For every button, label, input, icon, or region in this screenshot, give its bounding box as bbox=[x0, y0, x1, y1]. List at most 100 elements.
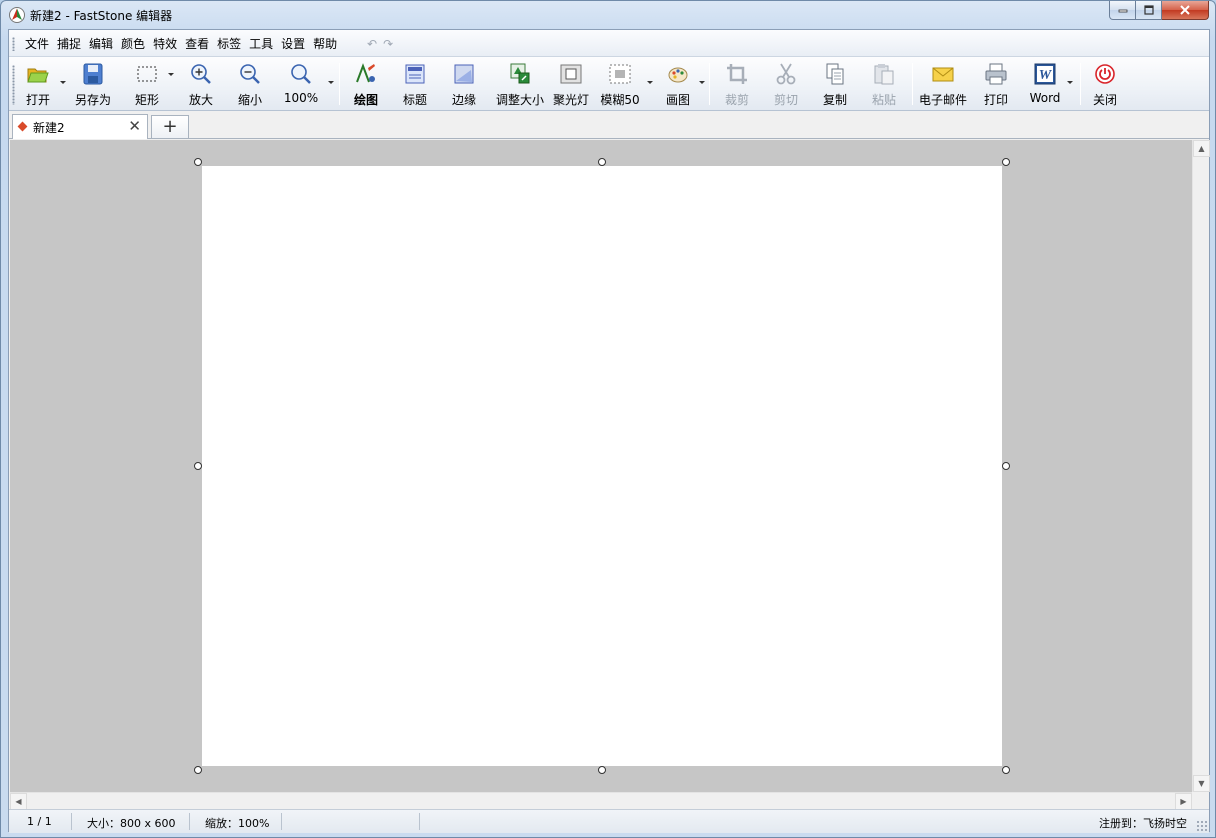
magnifier-icon bbox=[289, 62, 313, 86]
canvas-dropdown-icon[interactable] bbox=[699, 81, 705, 84]
draw-button[interactable]: 绘图 bbox=[349, 60, 383, 108]
horizontal-scrollbar[interactable]: ◀ ▶ bbox=[10, 792, 1192, 810]
print-button[interactable]: 打印 bbox=[981, 60, 1011, 108]
resize-button[interactable]: 调整大小 bbox=[495, 60, 545, 108]
open-folder-icon bbox=[26, 62, 50, 86]
menu-tabs[interactable]: 标签 bbox=[213, 34, 245, 54]
resize-handle-bottom-right[interactable] bbox=[1002, 766, 1010, 774]
undo-icon[interactable]: ↶ bbox=[367, 37, 377, 51]
status-page: 1 / 1 bbox=[27, 815, 52, 828]
email-label: 电子邮件 bbox=[918, 93, 967, 107]
crop-label: 裁剪 bbox=[724, 93, 749, 107]
resize-handle-top-left[interactable] bbox=[194, 158, 202, 166]
caption-icon bbox=[403, 62, 427, 86]
resize-handle-right[interactable] bbox=[1002, 462, 1010, 470]
menu-file[interactable]: 文件 bbox=[21, 34, 53, 54]
blur-icon bbox=[608, 62, 632, 86]
caption-label: 标题 bbox=[402, 93, 427, 107]
resize-handle-bottom[interactable] bbox=[598, 766, 606, 774]
zoom-in-icon bbox=[189, 62, 213, 86]
cut-button[interactable]: 剪切 bbox=[771, 60, 801, 108]
spotlight-icon bbox=[559, 62, 583, 86]
zoom-out-icon bbox=[238, 62, 262, 86]
blur-dropdown-icon[interactable] bbox=[647, 81, 653, 84]
paste-button[interactable]: 粘贴 bbox=[869, 60, 899, 108]
toolbar-separator bbox=[339, 63, 340, 105]
caption-button[interactable]: 标题 bbox=[400, 60, 430, 108]
menu-settings[interactable]: 设置 bbox=[277, 34, 309, 54]
close-image-button[interactable]: 关闭 bbox=[1090, 60, 1120, 108]
open-dropdown-icon[interactable] bbox=[60, 81, 66, 84]
tab-diamond-icon bbox=[17, 121, 28, 132]
resize-grip[interactable] bbox=[1196, 820, 1207, 831]
title-bar[interactable]: 新建2 - FastStone 编辑器 bbox=[1, 1, 1215, 29]
toolbar-grip[interactable] bbox=[12, 65, 15, 105]
scroll-right-icon[interactable]: ▶ bbox=[1175, 793, 1192, 810]
menu-capture[interactable]: 捕捉 bbox=[53, 34, 85, 54]
edge-label: 边缘 bbox=[451, 93, 476, 107]
copy-icon bbox=[823, 62, 847, 86]
zoom-out-button[interactable]: 缩小 bbox=[235, 60, 265, 108]
draw-label: 绘图 bbox=[353, 93, 378, 107]
toolbar-separator bbox=[709, 63, 710, 105]
scroll-left-icon[interactable]: ◀ bbox=[10, 793, 27, 810]
vertical-scrollbar[interactable]: ▲ ▼ bbox=[1192, 140, 1210, 792]
tab-new2[interactable]: 新建2 ✕ bbox=[12, 114, 148, 139]
zoom-in-button[interactable]: 放大 bbox=[186, 60, 216, 108]
rect-select-button[interactable]: 矩形 bbox=[129, 60, 165, 108]
image-page[interactable] bbox=[202, 166, 1002, 766]
canvas-button[interactable]: 画图 bbox=[663, 60, 693, 108]
resize-handle-left[interactable] bbox=[194, 462, 202, 470]
resize-handle-bottom-left[interactable] bbox=[194, 766, 202, 774]
menu-colors[interactable]: 颜色 bbox=[117, 34, 149, 54]
menu-edit[interactable]: 编辑 bbox=[85, 34, 117, 54]
canvas-label: 画图 bbox=[665, 93, 690, 107]
zoom-out-label: 缩小 bbox=[237, 93, 262, 107]
close-window-button[interactable] bbox=[1162, 1, 1209, 20]
crop-icon bbox=[725, 62, 749, 86]
status-divider bbox=[71, 813, 72, 830]
word-button[interactable]: W Word bbox=[1027, 60, 1063, 108]
status-registered: 注册到：飞扬时空 bbox=[1099, 817, 1187, 830]
maximize-button[interactable] bbox=[1136, 1, 1162, 20]
scissors-icon bbox=[774, 62, 798, 86]
open-button[interactable]: 打开 bbox=[21, 60, 55, 108]
redo-icon[interactable]: ↷ bbox=[383, 37, 393, 51]
menu-effects[interactable]: 特效 bbox=[149, 34, 181, 54]
edge-icon bbox=[452, 62, 476, 86]
status-zoom: 缩放：100% bbox=[205, 817, 270, 830]
menu-view[interactable]: 查看 bbox=[181, 34, 213, 54]
zoom-in-label: 放大 bbox=[188, 93, 213, 107]
scroll-up-icon[interactable]: ▲ bbox=[1193, 140, 1210, 157]
canvas-area[interactable] bbox=[10, 140, 1192, 792]
crop-button[interactable]: 裁剪 bbox=[722, 60, 752, 108]
app-window: 新建2 - FastStone 编辑器 文件 捕捉 编辑 颜色 特效 查看 标签… bbox=[0, 0, 1216, 838]
email-envelope-icon bbox=[931, 62, 955, 86]
save-as-button[interactable]: 另存为 bbox=[71, 60, 115, 108]
menu-help[interactable]: 帮助 bbox=[309, 34, 341, 54]
close-tab-icon[interactable]: ✕ bbox=[128, 117, 141, 135]
scroll-down-icon[interactable]: ▼ bbox=[1193, 775, 1210, 792]
window-title: 新建2 - FastStone 编辑器 bbox=[30, 9, 173, 23]
menu-tools[interactable]: 工具 bbox=[245, 34, 277, 54]
blur-button[interactable]: 模糊50 bbox=[600, 60, 640, 108]
zoom-dropdown-icon[interactable] bbox=[328, 81, 334, 84]
minimize-button[interactable] bbox=[1109, 1, 1136, 20]
resize-handle-top[interactable] bbox=[598, 158, 606, 166]
toolbar-separator bbox=[1080, 63, 1081, 105]
rect-dropdown-icon[interactable] bbox=[168, 73, 174, 76]
email-button[interactable]: 电子邮件 bbox=[917, 60, 969, 108]
menu-grip[interactable] bbox=[12, 37, 15, 51]
maximize-icon bbox=[1143, 5, 1154, 15]
copy-button[interactable]: 复制 bbox=[820, 60, 850, 108]
add-tab-button[interactable]: + bbox=[151, 115, 189, 138]
zoom-level-button[interactable]: 100% bbox=[282, 60, 320, 108]
resize-handle-top-right[interactable] bbox=[1002, 158, 1010, 166]
close-image-label: 关闭 bbox=[1092, 93, 1117, 107]
word-icon: W bbox=[1033, 62, 1057, 86]
spotlight-button[interactable]: 聚光灯 bbox=[553, 60, 589, 108]
edge-button[interactable]: 边缘 bbox=[449, 60, 479, 108]
word-dropdown-icon[interactable] bbox=[1067, 81, 1073, 84]
zoom-level-label: 100% bbox=[283, 91, 319, 105]
resize-label: 调整大小 bbox=[495, 93, 544, 107]
